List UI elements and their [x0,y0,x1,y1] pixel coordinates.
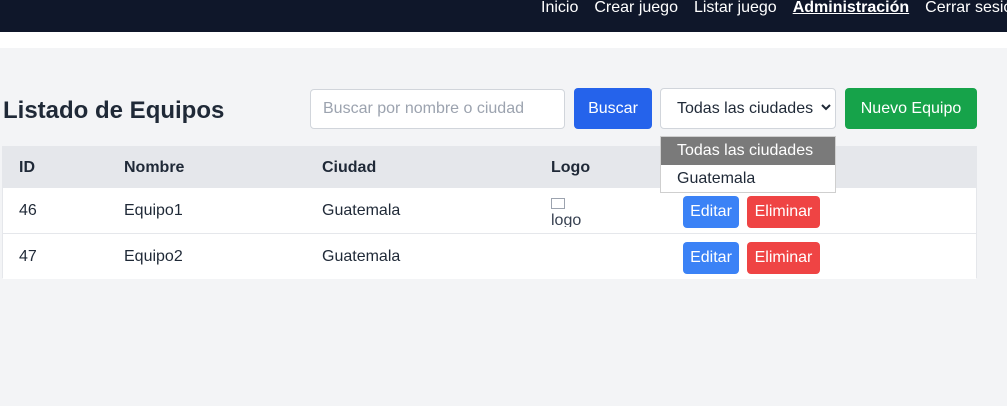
cell-ciudad: Guatemala [322,248,401,265]
nav-listar-juego[interactable]: Listar juego [694,0,777,16]
broken-logo-image: logo [551,197,585,227]
nav-administracion[interactable]: Administración [793,0,909,16]
cell-id: 46 [19,202,37,219]
header-nombre: Nombre [124,159,185,176]
nav-menu: Inicio Crear juego Listar juego Administ… [541,0,1007,16]
table-row: 46 Equipo1 Guatemala logo Editar Elimina… [3,188,976,234]
nav-cerrar-sesion[interactable]: Cerrar sesión [925,0,1007,16]
nav-crear-juego[interactable]: Crear juego [594,0,678,16]
broken-image-icon [551,198,565,209]
logo-alt-text: logo [551,212,582,228]
new-team-button[interactable]: Nuevo Equipo [845,88,977,129]
cell-nombre: Equipo2 [124,248,183,265]
edit-button[interactable]: Editar [683,196,739,228]
header-logo: Logo [551,159,591,176]
chevron-down-icon [821,104,831,111]
cell-id: 47 [19,248,37,265]
table-row: 47 Equipo2 Guatemala Editar Eliminar [3,234,976,279]
city-filter-dropdown: Todas las ciudades Guatemala [660,136,836,193]
city-option-guatemala[interactable]: Guatemala [661,165,835,193]
city-filter-select[interactable]: Todas las ciudades [660,88,836,129]
header-ciudad: Ciudad [322,159,377,176]
nav-inicio[interactable]: Inicio [541,0,578,16]
top-navbar: Inicio Crear juego Listar juego Administ… [0,0,1007,32]
city-option-todas[interactable]: Todas las ciudades [661,137,835,165]
city-filter-value: Todas las ciudades [677,99,814,117]
header-id: ID [19,159,35,176]
edit-button[interactable]: Editar [683,242,739,274]
search-button[interactable]: Buscar [574,88,652,129]
delete-button[interactable]: Eliminar [747,196,820,228]
delete-button[interactable]: Eliminar [747,242,820,274]
cell-nombre: Equipo1 [124,202,183,219]
cell-ciudad: Guatemala [322,202,401,219]
header-divider [0,32,1007,48]
page-title: Listado de Equipos [3,97,225,124]
search-input[interactable] [310,89,565,129]
